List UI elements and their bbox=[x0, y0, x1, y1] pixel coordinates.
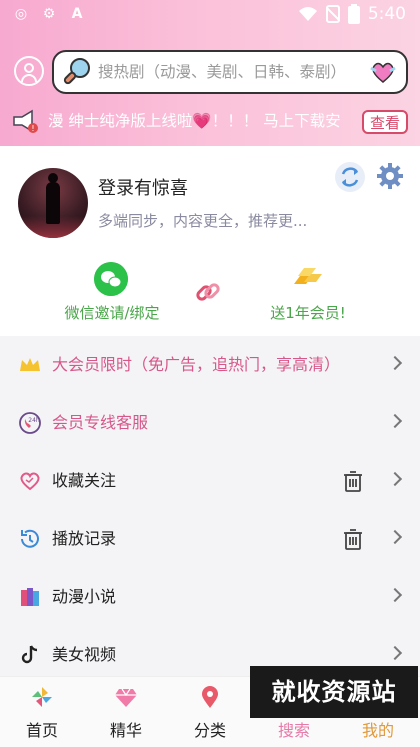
24h-phone-icon: 24h bbox=[19, 412, 41, 434]
tab-category[interactable]: 分类 bbox=[168, 677, 252, 747]
tab-label: 分类 bbox=[193, 721, 226, 740]
search-placeholder[interactable]: 搜热剧（动漫、美剧、日韩、泰剧） bbox=[98, 52, 346, 92]
books-icon bbox=[21, 588, 39, 606]
tab-home[interactable]: 首页 bbox=[0, 677, 84, 747]
tab-label: 精华 bbox=[109, 721, 142, 740]
chevron-right-icon bbox=[387, 413, 403, 429]
menu-item-novels[interactable]: 动漫小说 bbox=[0, 568, 420, 626]
free-vip-label[interactable]: 送1年会员! bbox=[256, 302, 360, 323]
menu-label: 动漫小说 bbox=[52, 587, 117, 606]
link-icon bbox=[196, 283, 220, 301]
wechat-icon[interactable] bbox=[94, 262, 128, 296]
user-avatar-icon[interactable] bbox=[14, 56, 44, 86]
no-sim-icon bbox=[325, 5, 340, 23]
gold-bars-icon[interactable] bbox=[290, 264, 326, 292]
history-icon bbox=[21, 529, 39, 548]
chip-icon: ⚙ bbox=[42, 6, 56, 22]
watermark: 就收资源站 bbox=[250, 666, 418, 718]
menu-item-favorites[interactable]: 收藏关注 bbox=[0, 452, 420, 510]
profile-card: 登录有惊喜 多端同步，内容更全，推荐更... 微信邀请/绑定 送1年会员! bbox=[0, 146, 420, 336]
location-pin-icon bbox=[202, 686, 218, 708]
whatsapp-icon: ◎ bbox=[14, 6, 28, 22]
menu-item-vip[interactable]: 大会员限时（免广告，追热门，享高清） bbox=[0, 336, 420, 394]
menu-item-history[interactable]: 播放记录 bbox=[0, 510, 420, 568]
wechat-invite-label[interactable]: 微信邀请/绑定 bbox=[58, 302, 166, 323]
profile-avatar[interactable] bbox=[18, 168, 88, 238]
view-button[interactable]: 查看 bbox=[362, 110, 408, 134]
status-bar: ◎ ⚙ A 5:40 bbox=[0, 0, 420, 30]
menu-label: 会员专线客服 bbox=[52, 413, 149, 432]
chevron-right-icon bbox=[387, 471, 403, 487]
tiktok-icon bbox=[21, 645, 38, 664]
svg-text:24h: 24h bbox=[28, 417, 40, 424]
battery-icon bbox=[347, 4, 360, 24]
trash-icon[interactable] bbox=[342, 527, 364, 551]
svg-text:!: ! bbox=[31, 124, 34, 133]
login-subtitle: 多端同步，内容更全，推荐更... bbox=[98, 212, 308, 230]
tab-label: 搜索 bbox=[277, 721, 310, 740]
search-bar[interactable]: 搜热剧（动漫、美剧、日韩、泰剧） bbox=[52, 50, 408, 94]
winged-heart-icon[interactable] bbox=[368, 58, 398, 86]
sync-icon[interactable] bbox=[335, 162, 365, 192]
chevron-right-icon bbox=[387, 645, 403, 661]
menu-item-support[interactable]: 24h 会员专线客服 bbox=[0, 394, 420, 452]
settings-gear-icon[interactable] bbox=[376, 162, 404, 190]
announcement-text: 漫 绅士纯净版上线啦💗！！！ 马上下载安 bbox=[48, 112, 341, 130]
chevron-right-icon bbox=[387, 355, 403, 371]
login-title[interactable]: 登录有惊喜 bbox=[98, 174, 188, 200]
menu-label: 大会员限时（免广告，追热门，享高清） bbox=[52, 355, 341, 374]
heart-icon bbox=[20, 472, 40, 491]
megaphone-icon: ! bbox=[13, 109, 38, 133]
chevron-right-icon bbox=[387, 529, 403, 545]
announcement-bar: ! 漫 绅士纯净版上线啦💗！！！ 马上下载安 查看 bbox=[0, 104, 420, 138]
chevron-right-icon bbox=[387, 587, 403, 603]
crown-icon bbox=[20, 358, 40, 371]
magnifier-icon bbox=[63, 58, 90, 85]
tab-label: 我的 bbox=[361, 721, 394, 740]
status-time: 5:40 bbox=[367, 4, 406, 24]
trash-icon[interactable] bbox=[342, 469, 364, 493]
tab-label: 首页 bbox=[25, 721, 58, 740]
tab-featured[interactable]: 精华 bbox=[84, 677, 168, 747]
header-background: ◎ ⚙ A 5:40 搜热剧（动漫、美剧、日韩、泰剧） ! 漫 绅士纯净版上线啦… bbox=[0, 0, 420, 146]
wifi-icon bbox=[298, 7, 317, 21]
a-icon: A bbox=[71, 6, 83, 22]
menu-label: 收藏关注 bbox=[52, 471, 117, 490]
diamond-icon bbox=[115, 688, 137, 707]
pinwheel-icon bbox=[32, 687, 52, 707]
menu-label: 播放记录 bbox=[52, 529, 117, 548]
